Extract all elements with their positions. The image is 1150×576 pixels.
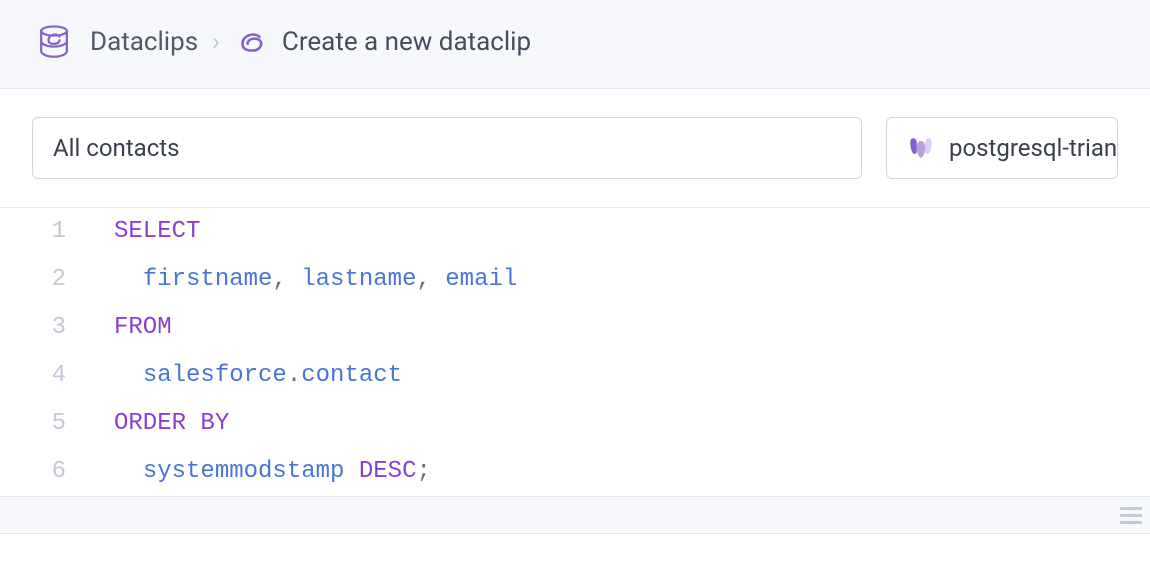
line-number: 5: [0, 400, 66, 448]
line-number: 3: [0, 304, 66, 352]
datastore-selected-label: postgresql-triang: [949, 134, 1118, 162]
code-line[interactable]: salesforce.contact: [114, 352, 517, 400]
page-header: Dataclips › Create a new dataclip: [0, 0, 1150, 89]
editor-code[interactable]: SELECT firstname, lastname, emailFROM sa…: [84, 208, 517, 496]
breadcrumb: Dataclips › Create a new dataclip: [90, 25, 531, 59]
chevron-right-icon: ›: [212, 27, 220, 57]
datastore-select[interactable]: postgresql-triang: [886, 117, 1118, 179]
clip-icon: [234, 25, 268, 59]
line-number: 2: [0, 256, 66, 304]
line-number: 4: [0, 352, 66, 400]
dataclips-icon: [32, 20, 76, 64]
code-line[interactable]: SELECT: [114, 208, 517, 256]
postgres-icon: [907, 134, 935, 162]
code-line[interactable]: FROM: [114, 304, 517, 352]
menu-icon[interactable]: [1120, 507, 1142, 524]
breadcrumb-current: Create a new dataclip: [282, 27, 531, 57]
line-number: 6: [0, 448, 66, 496]
code-line[interactable]: systemmodstamp DESC;: [114, 448, 517, 496]
breadcrumb-root[interactable]: Dataclips: [90, 27, 198, 57]
editor-gutter: 123456: [0, 208, 84, 496]
code-line[interactable]: ORDER BY: [114, 400, 517, 448]
code-line[interactable]: firstname, lastname, email: [114, 256, 517, 304]
line-number: 1: [0, 208, 66, 256]
controls-row: postgresql-triang: [0, 89, 1150, 207]
dataclip-name-input[interactable]: [32, 117, 862, 179]
sql-editor[interactable]: 123456 SELECT firstname, lastname, email…: [0, 207, 1150, 496]
editor-footer: [0, 496, 1150, 534]
